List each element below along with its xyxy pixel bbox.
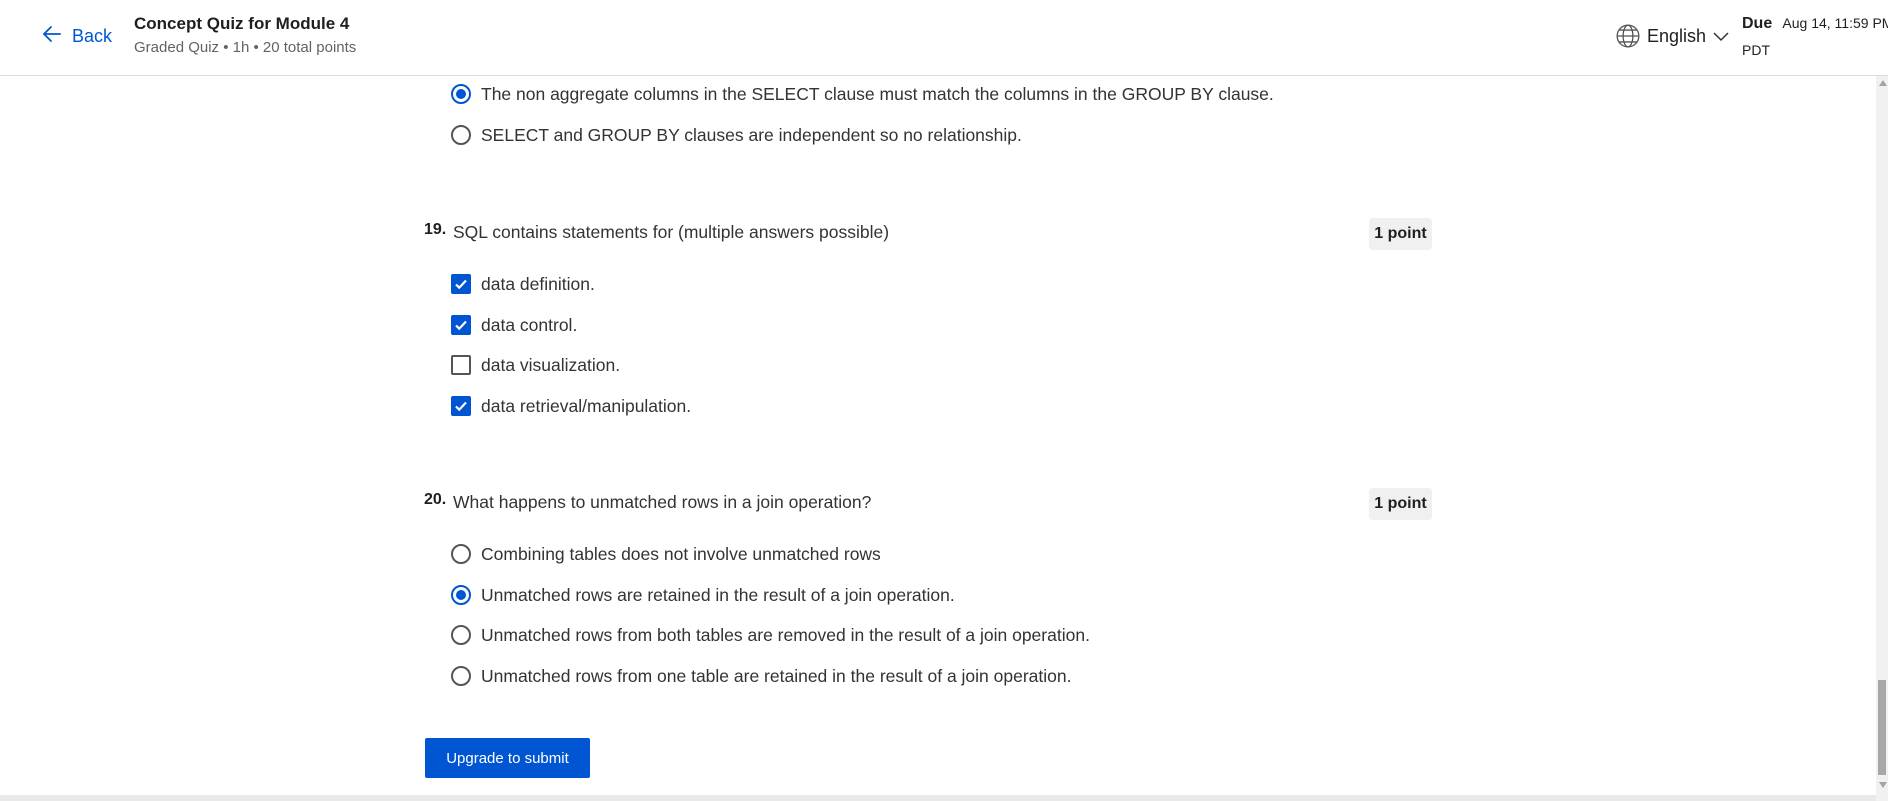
radio-button[interactable]: [451, 544, 471, 564]
radio-button[interactable]: [451, 666, 471, 686]
q20-option-1[interactable]: Combining tables does not involve unmatc…: [451, 539, 881, 569]
q19-option-1[interactable]: data definition.: [451, 269, 595, 299]
option-label: data control.: [481, 314, 578, 335]
prev-option-2[interactable]: SELECT and GROUP BY clauses are independ…: [451, 120, 1022, 150]
checkmark-icon: [455, 279, 467, 290]
question-text: What happens to unmatched rows in a join…: [453, 492, 872, 512]
quiz-content: The non aggregate columns in the SELECT …: [0, 76, 1876, 801]
quiz-title-block: Concept Quiz for Module 4 Graded Quiz • …: [134, 12, 356, 58]
option-label: Combining tables does not involve unmatc…: [481, 543, 881, 564]
option-label: data visualization.: [481, 354, 621, 375]
option-label: SELECT and GROUP BY clauses are independ…: [481, 124, 1022, 145]
points-badge: 1 point: [1369, 488, 1432, 520]
question-number: 19.: [424, 221, 447, 238]
radio-button-selected[interactable]: [451, 585, 471, 605]
option-label: The non aggregate columns in the SELECT …: [481, 83, 1274, 104]
checkbox-checked[interactable]: [451, 315, 471, 335]
prev-option-1[interactable]: The non aggregate columns in the SELECT …: [451, 79, 1274, 109]
due-timezone: PDT: [1742, 42, 1770, 58]
checkbox-checked[interactable]: [451, 274, 471, 294]
scroll-down-arrow-icon[interactable]: [1879, 782, 1887, 788]
chevron-down-icon: [1712, 30, 1730, 42]
q20-option-2[interactable]: Unmatched rows are retained in the resul…: [451, 580, 955, 610]
question-number: 20.: [424, 491, 447, 508]
option-label: Unmatched rows from one table are retain…: [481, 665, 1072, 686]
radio-button[interactable]: [451, 625, 471, 645]
upgrade-to-submit-button[interactable]: Upgrade to submit: [425, 738, 590, 778]
globe-icon: [1615, 23, 1641, 49]
checkbox[interactable]: [451, 355, 471, 375]
due-info: Due Aug 14, 11:59 PM PDT: [1742, 12, 1888, 61]
language-label: English: [1647, 25, 1707, 46]
due-label: Due: [1742, 15, 1773, 32]
quiz-header: Back Concept Quiz for Module 4 Graded Qu…: [0, 0, 1888, 76]
scrollbar-thumb[interactable]: [1878, 680, 1886, 775]
q20-option-4[interactable]: Unmatched rows from one table are retain…: [451, 661, 1071, 691]
language-selector[interactable]: English: [1615, 22, 1730, 50]
checkmark-icon: [455, 401, 467, 412]
due-date: Aug 14, 11:59 PM: [1782, 15, 1888, 31]
arrow-left-icon: [40, 22, 64, 51]
points-badge: 1 point: [1369, 218, 1432, 250]
q19-option-3[interactable]: data visualization.: [451, 350, 620, 380]
quiz-title: Concept Quiz for Module 4: [134, 14, 350, 33]
option-label: data retrieval/manipulation.: [481, 395, 692, 416]
q20-option-3[interactable]: Unmatched rows from both tables are remo…: [451, 620, 1090, 650]
option-label: Unmatched rows are retained in the resul…: [481, 584, 955, 605]
scroll-up-arrow-icon[interactable]: [1879, 80, 1887, 86]
quiz-meta: Graded Quiz • 1h • 20 total points: [134, 39, 357, 56]
q19-option-4[interactable]: data retrieval/manipulation.: [451, 391, 691, 421]
back-button[interactable]: Back: [40, 22, 112, 50]
radio-button-selected[interactable]: [451, 84, 471, 104]
option-label: data definition.: [481, 273, 595, 294]
back-label: Back: [72, 25, 113, 46]
checkmark-icon: [455, 320, 467, 331]
option-label: Unmatched rows from both tables are remo…: [481, 624, 1090, 645]
bottom-edge: [0, 795, 1876, 801]
question-text: SQL contains statements for (multiple an…: [453, 222, 890, 242]
q19-option-2[interactable]: data control.: [451, 310, 577, 340]
checkbox-checked[interactable]: [451, 396, 471, 416]
radio-button[interactable]: [451, 125, 471, 145]
